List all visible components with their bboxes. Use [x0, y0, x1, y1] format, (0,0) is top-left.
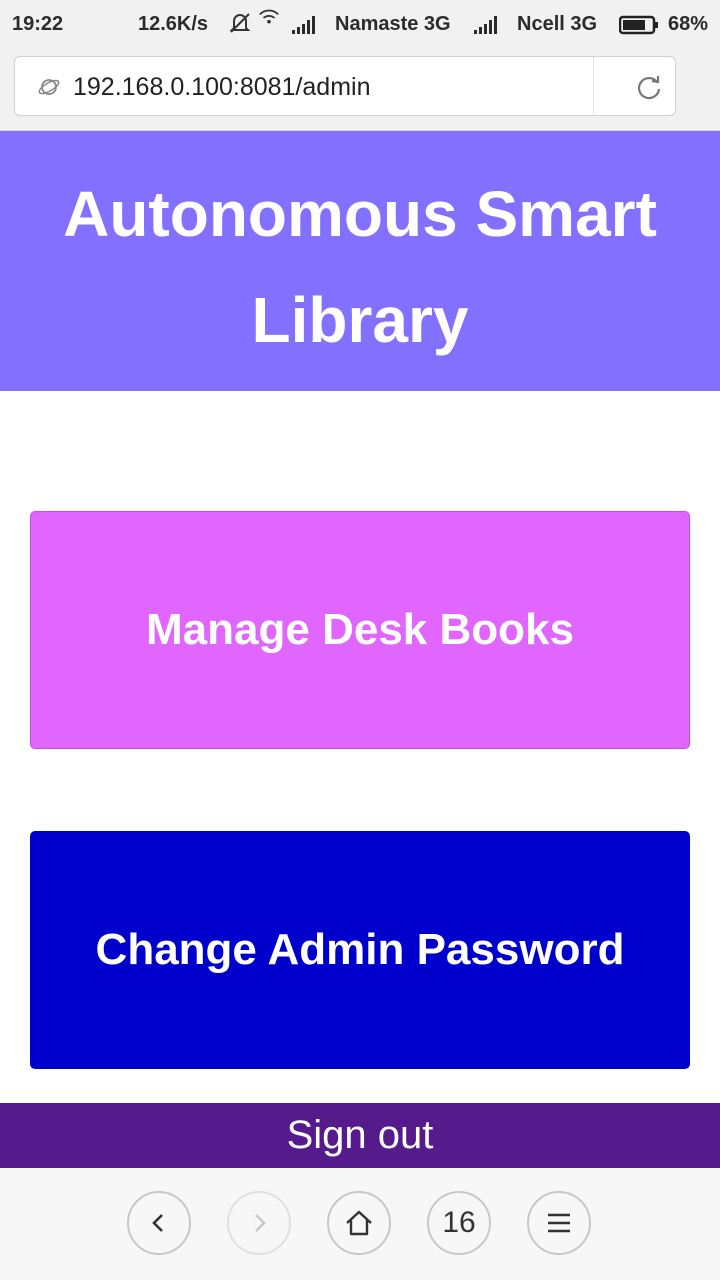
- tabs-button[interactable]: 16: [427, 1191, 491, 1255]
- status-network-2: Ncell 3G: [517, 13, 598, 35]
- status-time: 19:22: [12, 13, 64, 35]
- status-network-1: Namaste 3G: [335, 13, 451, 35]
- mute-bell-icon: [229, 13, 251, 33]
- menu-icon: [548, 1213, 570, 1233]
- page-header: Autonomous Smart Library: [0, 131, 720, 391]
- signal-icon: [292, 14, 315, 34]
- back-icon: [152, 1214, 163, 1232]
- url-text[interactable]: 192.168.0.100:8081/admin: [73, 73, 370, 102]
- globe-icon: [38, 79, 60, 95]
- battery-icon: [619, 15, 658, 35]
- signal-icon: [474, 14, 497, 34]
- address-bar[interactable]: 192.168.0.100:8081/admin: [14, 56, 676, 116]
- page-title: Autonomous Smart Library: [63, 178, 657, 356]
- change-admin-password-button[interactable]: Change Admin Password: [30, 831, 690, 1069]
- menu-button[interactable]: [527, 1191, 591, 1255]
- wifi-icon: [259, 9, 279, 24]
- back-button[interactable]: [127, 1191, 191, 1255]
- tab-count: 16: [442, 1206, 476, 1239]
- browser-bottom-bar: 16: [0, 1168, 720, 1280]
- status-bar: 19:22 12.6K/s Namaste 3G Ncell 3G 68%: [0, 0, 720, 50]
- home-button[interactable]: [327, 1191, 391, 1255]
- address-divider: [593, 57, 594, 115]
- status-network-speed: 12.6K/s: [138, 13, 209, 35]
- manage-desk-books-button[interactable]: Manage Desk Books: [30, 511, 690, 749]
- sign-out-button[interactable]: Sign out: [0, 1103, 720, 1168]
- forward-button[interactable]: [227, 1191, 291, 1255]
- battery-percent: 68%: [668, 13, 709, 35]
- browser-toolbar: 192.168.0.100:8081/admin: [0, 50, 720, 131]
- forward-icon: [255, 1214, 266, 1232]
- reload-icon[interactable]: [635, 73, 663, 101]
- home-icon: [346, 1210, 372, 1236]
